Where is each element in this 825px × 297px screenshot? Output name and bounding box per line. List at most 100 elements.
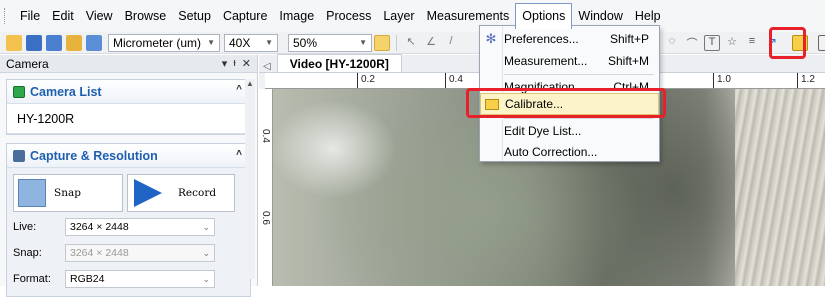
live-label: Live: — [13, 221, 37, 233]
zoom-select[interactable]: 50% ▼ — [288, 33, 372, 52]
camera-panel-title: Camera — [6, 56, 49, 71]
collapse-icon[interactable]: ^ — [236, 84, 242, 95]
tab-video[interactable]: Video [HY-1200R] — [276, 54, 402, 72]
unit-select-value: Micrometer (um) — [113, 35, 202, 50]
menu-options[interactable]: Options — [515, 3, 573, 29]
format-value: RGB24 — [70, 273, 105, 285]
camera-panel: Camera ▾ ᵻ ✕ Camera List ^ HY-1200R Capt… — [0, 55, 258, 297]
snap-button[interactable]: Snap — [13, 174, 123, 212]
record-button[interactable]: Record — [127, 174, 235, 212]
layers-icon[interactable]: ≡ — [744, 35, 760, 51]
record-label: Record — [178, 187, 217, 199]
menu-item-auto-correction[interactable]: Auto Correction... — [480, 141, 659, 163]
save-as-icon[interactable] — [46, 34, 62, 51]
vertical-ruler: 0.4 0.6 — [259, 89, 273, 286]
chevron-down-icon: ⌄ — [202, 273, 210, 284]
specimen-fibers — [735, 89, 825, 286]
menu-item-measurement[interactable]: Measurement... Shift+M — [480, 50, 659, 72]
panel-scrollbar[interactable]: ▲ — [245, 79, 255, 279]
capture-section: Capture & Resolution ˄ Snap Record Live:… — [6, 143, 251, 297]
menu-measurements[interactable]: Measurements — [421, 5, 516, 27]
collapse-icon[interactable]: ˄ — [236, 148, 242, 159]
toolbar: Micrometer (um) ▼ 40X ▼ 50% ▼ ↖ ∠ / ◌ ⌒ … — [0, 32, 825, 54]
menu-edit[interactable]: Edit — [46, 5, 80, 27]
objective-select-value: 40X — [229, 35, 251, 50]
menu-file[interactable]: File — [14, 5, 46, 27]
snap-resolution-value: 3264 × 2448 — [70, 247, 129, 259]
chevron-down-icon: ▼ — [207, 37, 215, 47]
menu-item-shortcut: Shift+M — [607, 54, 649, 68]
star-tool-icon[interactable]: ☆ — [724, 35, 740, 51]
chevron-down-icon: ⌄ — [202, 247, 210, 258]
panel-dropdown-icon[interactable]: ▾ — [222, 57, 228, 70]
menu-browse[interactable]: Browse — [119, 5, 173, 27]
menu-item-shortcut: Shift+P — [609, 32, 649, 46]
menu-process[interactable]: Process — [320, 5, 377, 27]
menu-layer[interactable]: Layer — [377, 5, 420, 27]
menu-view[interactable]: View — [80, 5, 119, 27]
ruler-tick — [797, 73, 798, 88]
tab-video-label: Video [HY-1200R] — [289, 56, 389, 71]
menu-separator — [504, 118, 654, 119]
ruler-tick — [713, 73, 714, 88]
chevron-down-icon: ⌄ — [202, 221, 210, 232]
menu-setup[interactable]: Setup — [172, 5, 217, 27]
snap-resolution-select[interactable]: 3264 × 2448 ⌄ — [65, 244, 215, 262]
capture-header[interactable]: Capture & Resolution ˄ — [7, 144, 250, 168]
toolbar-separator — [396, 34, 397, 51]
pointer-icon[interactable]: ↖ — [403, 35, 419, 51]
capture-icon — [13, 149, 25, 162]
ruler-label: 1.0 — [717, 74, 731, 85]
snap-label: Snap — [54, 187, 81, 199]
menu-window[interactable]: Window — [572, 5, 628, 27]
gear-icon: ✻ — [485, 31, 497, 46]
menu-item-label: Preferences... — [504, 32, 579, 46]
camera-list-icon — [13, 85, 25, 98]
open-folder-icon[interactable] — [6, 34, 22, 51]
ruler-label: 0.2 — [361, 74, 375, 85]
arc-tool-icon[interactable]: ⌒ — [684, 35, 700, 51]
angle-tool-icon[interactable]: ∠ — [423, 35, 439, 51]
line-tool-icon[interactable]: / — [443, 35, 459, 51]
browse-folder-icon[interactable] — [66, 34, 82, 51]
camera-list-header[interactable]: Camera List ^ — [7, 80, 250, 104]
format-select[interactable]: RGB24 ⌄ — [65, 270, 215, 288]
menu-separator — [504, 74, 654, 75]
camera-list-title: Camera List — [30, 84, 102, 99]
camera-list-item[interactable]: HY-1200R — [7, 104, 250, 134]
live-resolution-value: 3264 × 2448 — [70, 221, 129, 233]
close-icon[interactable]: ✕ — [242, 57, 251, 70]
snap-row: Snap: 3264 × 2448 ⌄ — [13, 242, 244, 264]
camera-name: HY-1200R — [17, 111, 75, 126]
objective-select[interactable]: 40X ▼ — [224, 33, 278, 52]
capture-body: Snap Record Live: 3264 × 2448 ⌄ Snap: 32… — [7, 168, 250, 296]
menu-help[interactable]: Help — [629, 5, 667, 27]
scroll-up-icon[interactable]: ▲ — [245, 79, 255, 88]
chevron-down-icon: ▼ — [359, 37, 367, 47]
ruler-label: 0.6 — [260, 211, 271, 225]
tab-scroll-left-icon[interactable]: ◁ — [263, 61, 271, 72]
format-row: Format: RGB24 ⌄ — [13, 268, 244, 290]
menu-capture[interactable]: Capture — [217, 5, 273, 27]
menu-bar: File Edit View Browse Setup Capture Imag… — [0, 0, 825, 32]
unit-select[interactable]: Micrometer (um) ▼ — [108, 33, 220, 52]
save-icon[interactable] — [26, 34, 42, 51]
hand-pan-icon[interactable] — [374, 34, 390, 51]
menu-item-label: Edit Dye List... — [504, 124, 582, 138]
zoom-select-value: 50% — [293, 35, 318, 50]
text-tool-icon[interactable]: T — [704, 35, 720, 51]
chevron-down-icon: ▼ — [265, 37, 273, 47]
menu-item-label: Measurement... — [504, 54, 588, 68]
menu-image[interactable]: Image — [273, 5, 320, 27]
capture-title: Capture & Resolution — [30, 148, 158, 163]
curve-tool-icon[interactable]: ◌ — [664, 35, 680, 51]
ruler-label: 1.2 — [801, 74, 815, 85]
grid-icon[interactable] — [86, 34, 102, 51]
ruler-label: 0.4 — [260, 129, 271, 143]
live-resolution-select[interactable]: 3264 × 2448 ⌄ — [65, 218, 215, 236]
camera-icon — [18, 179, 46, 207]
report-icon[interactable] — [818, 35, 825, 51]
menu-item-edit-dye-list[interactable]: Edit Dye List... — [480, 120, 659, 142]
pin-icon[interactable]: ᵻ — [233, 57, 235, 70]
menu-item-preferences[interactable]: ✻ Preferences... Shift+P — [480, 28, 659, 50]
